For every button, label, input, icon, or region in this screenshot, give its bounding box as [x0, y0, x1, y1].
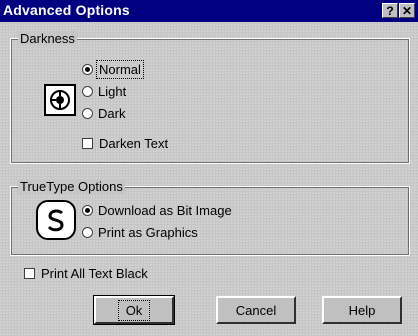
darken-text-checkbox[interactable]: Darken Text	[82, 136, 168, 151]
radio-indicator	[82, 205, 93, 216]
radio-indicator	[82, 86, 93, 97]
radio-indicator	[82, 227, 93, 238]
darkness-light-radio[interactable]: Light	[82, 84, 126, 99]
radio-indicator	[82, 108, 93, 119]
darkness-light-label: Light	[98, 84, 127, 99]
title-bar[interactable]: Advanced Options ? ✕	[0, 0, 418, 22]
darkness-normal-label: Normal	[96, 60, 144, 79]
help-button-label: Help	[348, 302, 376, 318]
help-title-button[interactable]: ?	[382, 3, 398, 18]
cancel-button-label: Cancel	[235, 302, 277, 318]
darkness-icon	[44, 84, 76, 116]
print-all-black-checkbox[interactable]: Print All Text Black	[24, 266, 148, 281]
truetype-download-radio[interactable]: Download as Bit Image	[82, 203, 232, 218]
advanced-options-dialog: Advanced Options ? ✕ Darkness Normal Lig…	[0, 0, 418, 336]
darken-text-label: Darken Text	[99, 136, 169, 151]
close-title-button[interactable]: ✕	[399, 3, 415, 18]
help-button[interactable]: Help	[322, 296, 402, 324]
truetype-graphics-radio[interactable]: Print as Graphics	[82, 225, 198, 240]
checkbox-indicator	[82, 138, 93, 149]
darkness-dark-radio[interactable]: Dark	[82, 106, 125, 121]
window-title: Advanced Options	[3, 2, 130, 18]
radio-indicator	[82, 64, 93, 75]
ok-button[interactable]: Ok	[93, 295, 175, 325]
ok-button-label: Ok	[117, 299, 151, 321]
darkness-dark-label: Dark	[98, 106, 126, 121]
cancel-button[interactable]: Cancel	[216, 296, 296, 324]
darkness-normal-radio[interactable]: Normal	[82, 60, 144, 79]
print-all-black-label: Print All Text Black	[41, 266, 148, 281]
truetype-legend: TrueType Options	[18, 179, 125, 194]
truetype-download-label: Download as Bit Image	[98, 203, 232, 218]
truetype-font-icon	[36, 200, 76, 240]
truetype-graphics-label: Print as Graphics	[98, 225, 198, 240]
checkbox-indicator	[24, 268, 35, 279]
darkness-legend: Darkness	[18, 31, 77, 46]
